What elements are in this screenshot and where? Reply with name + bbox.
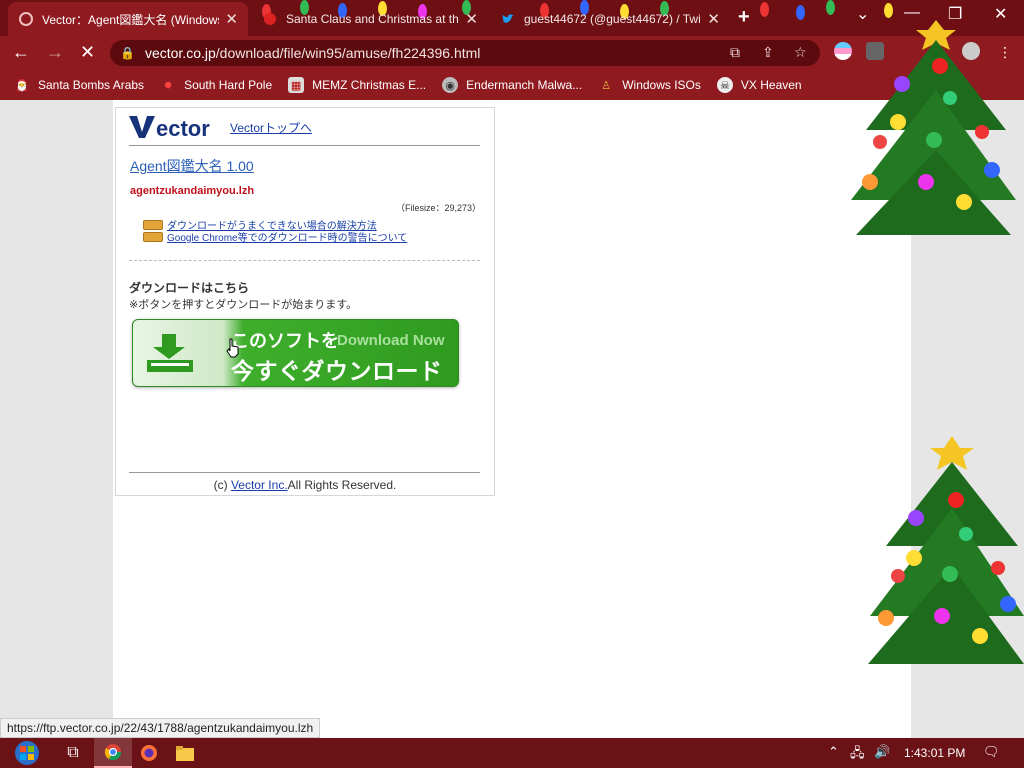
notifications-icon[interactable]: 🗨	[983, 744, 1000, 760]
url-path: /download/file/win95/amuse/fh224396.html	[215, 45, 481, 61]
tab-title: Santa Claus and Christmas at the	[286, 12, 460, 26]
light-bulb-icon	[826, 0, 835, 15]
new-tab-icon[interactable]: +	[738, 6, 750, 29]
chrome-icon	[104, 744, 122, 761]
tab-title: guest44672 (@guest44672) / Twitter	[524, 12, 702, 26]
light-bulb-icon	[796, 5, 805, 20]
divider	[129, 145, 480, 146]
bookmark-star-icon[interactable]: ☆	[794, 44, 807, 61]
bookmark-item[interactable]: 🎅 Santa Bombs Arabs	[14, 77, 144, 93]
bookmark-item[interactable]: ✹ South Hard Pole	[160, 77, 272, 93]
divider	[129, 472, 480, 473]
url-domain: vector.co.jp	[144, 45, 216, 61]
close-tab-icon[interactable]: ✕	[465, 10, 478, 28]
hand-cursor-icon	[226, 338, 239, 358]
copyright-footer: (c) Vector Inc.All Rights Reserved.	[116, 478, 494, 492]
skull-icon: ☠	[716, 77, 733, 93]
tab-vector[interactable]: Vector：Agent図鑑大名 (Windows ✕	[8, 2, 248, 36]
footer-prefix: (c)	[213, 478, 228, 492]
address-bar[interactable]: 🔒 vector.co.jp/download/file/win95/amuse…	[110, 40, 820, 66]
software-title-link[interactable]: Agent図鑑大名 1.00	[130, 156, 254, 176]
flake-icon: ✹	[163, 79, 173, 92]
download-heading: ダウンロードはこちら	[129, 281, 250, 295]
button-label-english: Download Now	[337, 332, 445, 349]
folder-icon	[176, 746, 194, 761]
taskbar-clock[interactable]: 1:43:01 PM	[904, 746, 965, 760]
bookmark-item[interactable]: ▦ MEMZ Christmas E...	[288, 77, 426, 93]
bookmark-label: VX Heaven	[740, 78, 802, 92]
volume-icon[interactable]: 🔊	[874, 744, 890, 760]
santa-favicon-icon	[264, 13, 276, 25]
button-label-main: 今すぐダウンロード	[231, 358, 443, 384]
bookmark-label: Endermanch Malwa...	[466, 78, 583, 92]
windows-orb-icon	[15, 741, 39, 765]
bookmark-item[interactable]: ☠ VX Heaven	[716, 77, 802, 93]
taskbar: ⧉ ⌃ 🖧 🔊 1:43:01 PM 🗨	[0, 738, 1024, 768]
button-label-top: このソフトを	[231, 331, 339, 351]
tray-overflow-icon[interactable]: ⌃	[828, 744, 839, 760]
christmas-tree-icon	[868, 436, 1024, 664]
start-button[interactable]	[8, 738, 46, 768]
twitter-favicon-icon	[502, 14, 514, 23]
dashed-divider	[129, 260, 480, 261]
stop-loading-icon[interactable]: ✕	[80, 42, 95, 63]
network-icon[interactable]: 🖧	[850, 744, 865, 766]
help-link-chrome-warning[interactable]: Google Chrome等でのダウンロード時の警告について	[143, 229, 407, 244]
figure-icon: ♙	[601, 79, 612, 92]
bookmark-label: South Hard Pole	[184, 78, 273, 92]
vector-inc-link[interactable]: Vector Inc.	[231, 478, 288, 492]
help-hand-icon	[143, 231, 163, 242]
bookmark-label: Windows ISOs	[622, 78, 701, 92]
taskbar-firefox[interactable]	[130, 738, 168, 768]
back-icon[interactable]: ←	[12, 42, 30, 63]
tab-title: Vector：Agent図鑑大名 (Windows	[42, 12, 220, 27]
taskbar-chrome[interactable]	[94, 738, 132, 768]
bookmark-label: MEMZ Christmas E...	[312, 78, 427, 92]
address-url[interactable]: vector.co.jp/download/file/win95/amuse/f…	[145, 45, 480, 61]
bookmark-item[interactable]: ♙ Windows ISOs	[598, 77, 701, 93]
translate-icon[interactable]: ⧉	[730, 44, 740, 61]
help-hand-icon	[143, 219, 163, 230]
christmas-tree-icon	[851, 20, 1016, 235]
bookmark-label: Santa Bombs Arabs	[38, 78, 145, 92]
santa-icon: 🎅	[15, 79, 29, 92]
bookmark-item[interactable]: ◉ Endermanch Malwa...	[442, 77, 582, 93]
page-viewport: ector Vectorトップへ Agent図鑑大名 1.00 agentzuk…	[0, 20, 1024, 738]
tab-twitter[interactable]: guest44672 (@guest44672) / Twitter ✕	[490, 2, 730, 36]
task-view-icon[interactable]: ⧉	[54, 738, 92, 768]
close-tab-icon[interactable]: ✕	[225, 10, 238, 28]
lock-icon[interactable]: 🔒	[120, 46, 135, 60]
footer-suffix: All Rights Reserved.	[287, 478, 397, 492]
vector-logo-icon[interactable]: ector	[129, 114, 221, 140]
vector-logo-text: ector	[156, 116, 210, 140]
share-icon[interactable]: ⇪	[762, 44, 774, 61]
tab-santa[interactable]: Santa Claus and Christmas at the ✕	[252, 2, 488, 36]
light-bulb-icon	[760, 2, 769, 17]
download-note: ※ボタンを押すとダウンロードが始まります。	[129, 299, 358, 311]
filename: agentzukandaimyou.lzh	[130, 185, 255, 197]
download-arrow-icon	[147, 334, 193, 372]
forward-icon[interactable]: →	[46, 42, 64, 63]
raccoon-icon: ◉	[442, 77, 459, 93]
taskbar-explorer[interactable]	[166, 738, 204, 768]
memz-icon: ▦	[288, 77, 305, 93]
download-now-button[interactable]: このソフトを Download Now 今すぐダウンロード	[132, 319, 459, 387]
download-card: ector Vectorトップへ Agent図鑑大名 1.00 agentzuk…	[115, 107, 495, 496]
vector-top-link[interactable]: Vectorトップへ	[230, 119, 312, 136]
firefox-icon	[141, 745, 157, 761]
vector-favicon-icon	[19, 12, 33, 26]
close-tab-icon[interactable]: ✕	[707, 10, 720, 28]
filesize: （Filesize：29,273）	[395, 203, 481, 213]
help-link-label: Google Chrome等でのダウンロード時の警告について	[167, 233, 408, 244]
status-url-bubble: https://ftp.vector.co.jp/22/43/1788/agen…	[0, 718, 321, 738]
